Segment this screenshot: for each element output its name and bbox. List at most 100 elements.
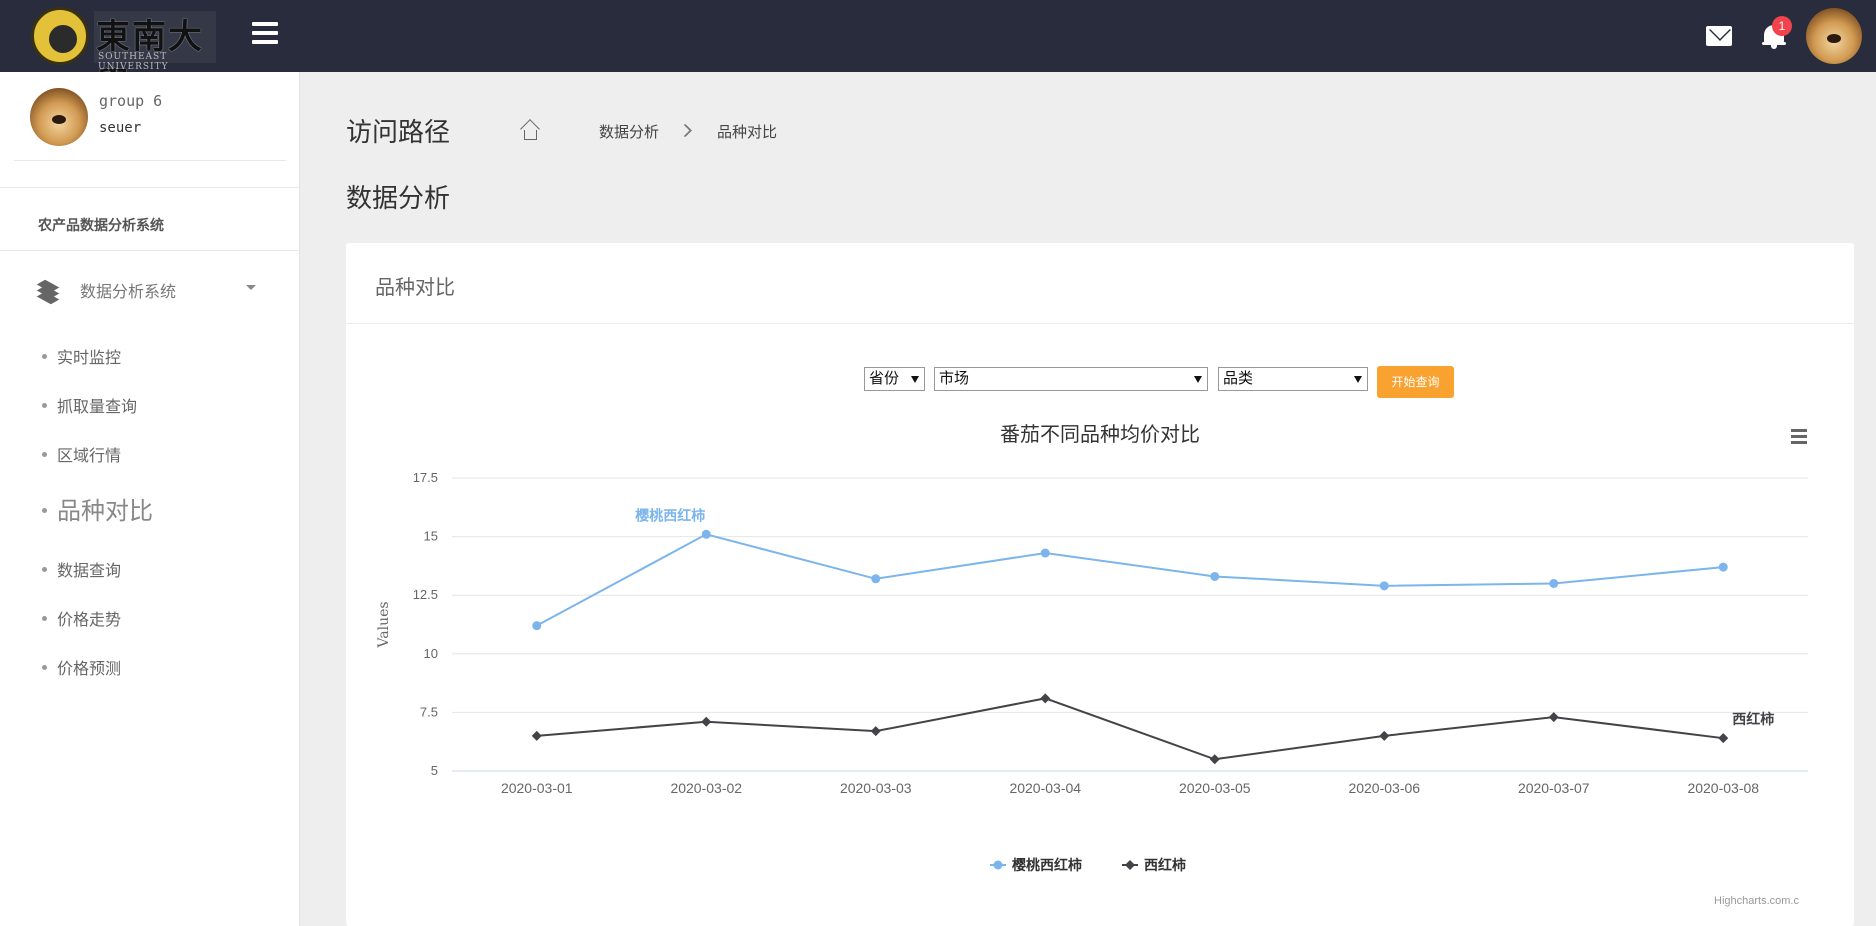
sidebar-subitem-label: 实时监控 bbox=[57, 350, 122, 367]
y-tick-label: 7.5 bbox=[420, 704, 438, 719]
data-point bbox=[701, 529, 711, 539]
market-select-value: 市场 bbox=[939, 370, 970, 387]
legend-label: 西红柿 bbox=[1144, 857, 1186, 873]
data-point bbox=[1549, 578, 1559, 588]
university-logo[interactable]: 東南大學 SOUTHEAST UNIVERSITY bbox=[28, 5, 218, 106]
legend-marker bbox=[993, 860, 1003, 870]
data-point bbox=[1040, 693, 1051, 704]
sidebar-subitem[interactable]: 价格走势 bbox=[42, 606, 121, 630]
user-name: group 6 bbox=[99, 92, 163, 110]
data-point bbox=[1040, 548, 1050, 558]
legend-marker bbox=[1125, 860, 1135, 870]
user-avatar bbox=[30, 88, 88, 146]
dropdown-arrow-icon bbox=[1194, 376, 1202, 383]
x-tick-label: 2020-03-02 bbox=[670, 780, 742, 796]
sidebar-subitem-label: 区域行情 bbox=[57, 448, 122, 465]
chevron-right-icon bbox=[678, 124, 691, 137]
divider bbox=[0, 187, 300, 188]
bullet-icon bbox=[42, 508, 47, 513]
sidebar-subitem-label: 价格走势 bbox=[57, 612, 122, 629]
home-icon[interactable] bbox=[520, 119, 540, 140]
category-select[interactable]: 品类 bbox=[1218, 367, 1368, 391]
breadcrumb-item-data-analysis[interactable]: 数据分析 bbox=[599, 121, 659, 142]
sidebar-item-label: 数据分析系统 bbox=[80, 284, 177, 301]
legend-label: 樱桃西红柿 bbox=[1012, 857, 1082, 873]
y-tick-label: 17.5 bbox=[413, 470, 438, 485]
sidebar-item-data-analysis[interactable]: 数据分析系统 bbox=[0, 262, 300, 312]
breadcrumb-item-variety-compare[interactable]: 品种对比 bbox=[717, 121, 777, 142]
sidebar-subitem[interactable]: 实时监控 bbox=[42, 344, 121, 368]
x-tick-label: 2020-03-04 bbox=[1009, 780, 1081, 796]
bullet-icon bbox=[42, 616, 47, 622]
query-button[interactable]: 开始查询 bbox=[1377, 366, 1454, 398]
data-point bbox=[1718, 733, 1729, 744]
caret-down-icon bbox=[246, 285, 256, 290]
notification-badge: 1 bbox=[1772, 16, 1792, 36]
data-point bbox=[1718, 562, 1728, 572]
sidebar: group 6 seuer 农产品数据分析系统 数据分析系统 实时监控抓取量查询… bbox=[0, 72, 300, 926]
series-label: 樱桃西红柿 bbox=[635, 507, 705, 523]
sidebar-subitem[interactable]: 数据查询 bbox=[42, 557, 121, 581]
bullet-icon bbox=[42, 354, 47, 360]
layers-icon bbox=[36, 278, 60, 305]
x-tick-label: 2020-03-08 bbox=[1687, 780, 1759, 796]
data-point bbox=[531, 730, 542, 741]
mail-icon[interactable] bbox=[1706, 26, 1732, 46]
province-select[interactable]: 省份 bbox=[864, 367, 925, 391]
avatar[interactable] bbox=[1806, 8, 1862, 64]
top-bar: 東南大學 SOUTHEAST UNIVERSITY 1 bbox=[0, 0, 1876, 106]
x-tick-label: 2020-03-05 bbox=[1179, 780, 1251, 796]
series-line bbox=[536, 697, 1724, 761]
data-point bbox=[1210, 571, 1220, 581]
bullet-icon bbox=[42, 403, 47, 409]
sidebar-subitem[interactable]: 抓取量查询 bbox=[42, 393, 137, 417]
dropdown-arrow-icon bbox=[1354, 376, 1362, 383]
x-tick-label: 2020-03-06 bbox=[1348, 780, 1420, 796]
divider bbox=[14, 160, 286, 161]
sidebar-subitem[interactable]: 品种对比 bbox=[42, 491, 153, 526]
series-label: 西红柿 bbox=[1732, 711, 1774, 727]
y-tick-label: 12.5 bbox=[413, 587, 438, 602]
data-point bbox=[1548, 712, 1559, 723]
x-tick-label: 2020-03-01 bbox=[501, 780, 573, 796]
bullet-icon bbox=[42, 452, 47, 458]
data-point bbox=[532, 621, 542, 631]
system-title: 农产品数据分析系统 bbox=[38, 217, 164, 233]
province-select-value: 省份 bbox=[869, 370, 900, 387]
user-id: seuer bbox=[99, 120, 142, 136]
sidebar-subitem-label: 价格预测 bbox=[57, 661, 122, 678]
y-tick-label: 15 bbox=[424, 529, 438, 544]
logo-subtext: SOUTHEAST UNIVERSITY bbox=[98, 52, 169, 72]
x-tick-label: 2020-03-07 bbox=[1518, 780, 1590, 796]
sidebar-subitem[interactable]: 区域行情 bbox=[42, 442, 121, 466]
series-line bbox=[536, 533, 1724, 627]
y-tick-label: 5 bbox=[431, 763, 438, 778]
market-select[interactable]: 市场 bbox=[934, 367, 1208, 391]
page-title: 数据分析 bbox=[346, 184, 451, 214]
panel-header: 品种对比 bbox=[346, 243, 1854, 324]
sidebar-subitem-label: 抓取量查询 bbox=[57, 399, 138, 416]
data-point bbox=[701, 716, 712, 727]
data-point bbox=[1209, 754, 1220, 765]
y-tick-label: 10 bbox=[424, 646, 438, 661]
bullet-icon bbox=[42, 567, 47, 573]
category-select-value: 品类 bbox=[1223, 370, 1254, 387]
data-point bbox=[1379, 730, 1390, 741]
divider bbox=[0, 250, 300, 251]
x-tick-label: 2020-03-03 bbox=[840, 780, 912, 796]
sidebar-subitem-label: 品种对比 bbox=[57, 497, 153, 525]
data-point bbox=[870, 726, 881, 737]
breadcrumb-title: 访问路径 bbox=[346, 118, 451, 148]
chart-credits[interactable]: Highcharts.com.c bbox=[1714, 895, 1799, 907]
bullet-icon bbox=[42, 665, 47, 671]
line-chart: 番茄不同品种均价对比 5 7.5 10 12.5 15 17.5 Values 2020-03-… bbox=[376, 422, 1808, 873]
content-panel: 品种对比 省份 市场 品类 开始查询 番茄不同品种均价对比 5 7.5 10 12.5 1… bbox=[346, 243, 1854, 926]
chart-title: 番茄不同品种均价对比 bbox=[1000, 422, 1200, 446]
panel-title: 品种对比 bbox=[375, 275, 455, 299]
dropdown-arrow-icon bbox=[911, 376, 919, 383]
data-point bbox=[871, 574, 881, 584]
sidebar-subitem[interactable]: 价格预测 bbox=[42, 655, 121, 679]
menu-toggle-icon[interactable] bbox=[252, 22, 278, 48]
y-axis-label: Values bbox=[376, 601, 392, 648]
seal-icon bbox=[31, 7, 89, 65]
